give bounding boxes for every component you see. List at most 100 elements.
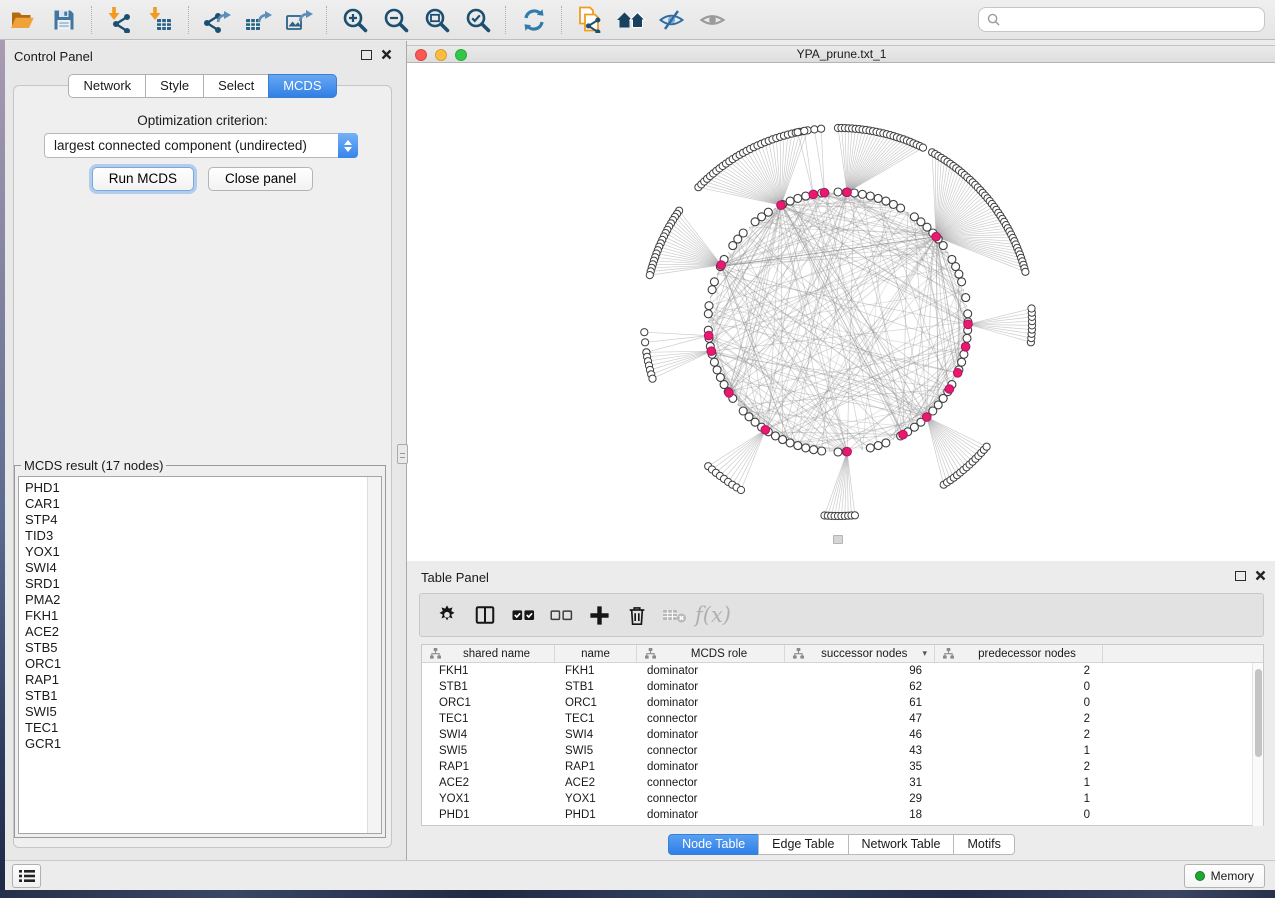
network-node[interactable] [704,310,712,318]
search-input[interactable] [1000,12,1256,28]
share-document-button[interactable] [569,3,610,37]
network-node[interactable] [874,442,882,450]
mcds-node[interactable] [704,331,713,340]
network-canvas[interactable] [407,63,1275,561]
tab-edge-table[interactable]: Edge Table [758,834,848,855]
network-node[interactable] [708,286,716,294]
network-node[interactable] [958,358,966,366]
show-panels-button[interactable] [12,864,41,888]
network-node[interactable] [801,127,808,134]
network-node[interactable] [1028,305,1035,312]
network-node[interactable] [818,447,826,455]
mcds-node[interactable] [964,320,973,329]
import-network-button[interactable] [99,3,140,37]
column-header-mcds-role[interactable]: MCDS role [637,645,785,662]
tab-network-table[interactable]: Network Table [848,834,955,855]
zoom-selected-button[interactable] [457,3,498,37]
network-node[interactable] [713,366,721,374]
network-node[interactable] [919,144,926,151]
optimization-select[interactable]: largest connected component (undirected) [44,133,358,158]
table-scrollbar-thumb[interactable] [1255,669,1262,757]
gear-button[interactable] [428,597,466,633]
network-node[interactable] [810,446,818,454]
table-row[interactable]: PHD1PHD1dominator180 [422,807,1263,823]
network-node[interactable] [802,192,810,200]
mcds-node[interactable] [707,347,716,356]
table-row[interactable]: ACE2ACE2connector311 [422,775,1263,791]
zoom-in-button[interactable] [334,3,375,37]
network-node[interactable] [960,350,968,358]
tab-mcds[interactable]: MCDS [268,74,336,98]
network-node[interactable] [1022,268,1029,275]
delete-button[interactable] [618,597,656,633]
table-row[interactable]: FKH1FKH1dominator962 [422,663,1263,679]
open-button[interactable] [2,3,43,37]
refresh-button[interactable] [513,3,554,37]
float-panel-icon[interactable] [361,50,372,60]
table-row[interactable]: RAP1RAP1dominator352 [422,759,1263,775]
network-view[interactable] [407,63,1275,561]
panel-splitter-grip[interactable] [397,444,408,464]
zoom-out-button[interactable] [375,3,416,37]
close-panel-button[interactable]: Close panel [208,167,313,191]
table-scrollbar[interactable] [1252,663,1263,826]
mcds-result-item[interactable]: YOX1 [25,544,381,560]
network-node[interactable] [786,439,794,447]
show-all-button[interactable] [692,3,733,37]
minimize-window-icon[interactable] [435,49,447,61]
table-row[interactable]: SWI4SWI4dominator462 [422,727,1263,743]
mcds-result-item[interactable]: TID3 [25,528,381,544]
mcds-node[interactable] [717,261,726,270]
column-header-name[interactable]: name [555,645,637,662]
float-table-panel-icon[interactable] [1235,571,1246,581]
network-node[interactable] [955,270,963,278]
mcds-result-list[interactable]: PHD1CAR1STP4TID3YOX1SWI4SRD1PMA2FKH1ACE2… [18,476,382,834]
column-header-successor-nodes[interactable]: successor nodes▾ [785,645,935,662]
network-node[interactable] [958,278,966,286]
mcds-node[interactable] [820,188,829,197]
network-node[interactable] [910,213,918,221]
network-node[interactable] [962,294,970,302]
network-node[interactable] [858,190,866,198]
maximize-window-icon[interactable] [455,49,467,61]
network-node[interactable] [642,339,649,346]
network-node[interactable] [963,334,971,342]
table-row[interactable]: YOX1YOX1connector291 [422,791,1263,807]
network-node[interactable] [786,197,794,205]
network-node[interactable] [646,272,653,279]
export-network-button[interactable] [196,3,237,37]
run-mcds-button[interactable]: Run MCDS [92,167,194,191]
mcds-list-scrollbar[interactable] [367,477,381,833]
network-node[interactable] [705,302,713,310]
mcds-result-item[interactable]: ORC1 [25,656,381,672]
mcds-node[interactable] [843,188,852,197]
table-row[interactable]: STB1STB1dominator620 [422,679,1263,695]
mcds-node[interactable] [899,430,908,439]
mcds-node[interactable] [725,389,734,398]
tab-node-table[interactable]: Node Table [668,834,759,855]
mcds-node[interactable] [809,190,818,199]
network-node[interactable] [710,278,718,286]
mcds-result-item[interactable]: PMA2 [25,592,381,608]
memory-button[interactable]: Memory [1184,864,1265,888]
network-node[interactable] [729,242,737,250]
table-row[interactable]: SWI5SWI5connector431 [422,743,1263,759]
mcds-result-item[interactable]: STB1 [25,688,381,704]
columns-button[interactable] [466,597,504,633]
network-node[interactable] [737,486,744,493]
zoom-fit-button[interactable] [416,3,457,37]
save-button[interactable] [43,3,84,37]
network-node[interactable] [948,255,956,263]
mcds-result-item[interactable]: SWI5 [25,704,381,720]
mcds-node[interactable] [922,413,931,422]
mcds-result-item[interactable]: SRD1 [25,576,381,592]
horizontal-splitter-grip[interactable] [833,535,843,544]
network-node[interactable] [710,358,718,366]
close-panel-icon[interactable] [381,49,392,60]
network-node[interactable] [866,444,874,452]
mcds-node[interactable] [961,343,970,352]
network-node[interactable] [794,442,802,450]
close-window-icon[interactable] [415,49,427,61]
network-node[interactable] [964,310,972,318]
network-node[interactable] [834,188,842,196]
